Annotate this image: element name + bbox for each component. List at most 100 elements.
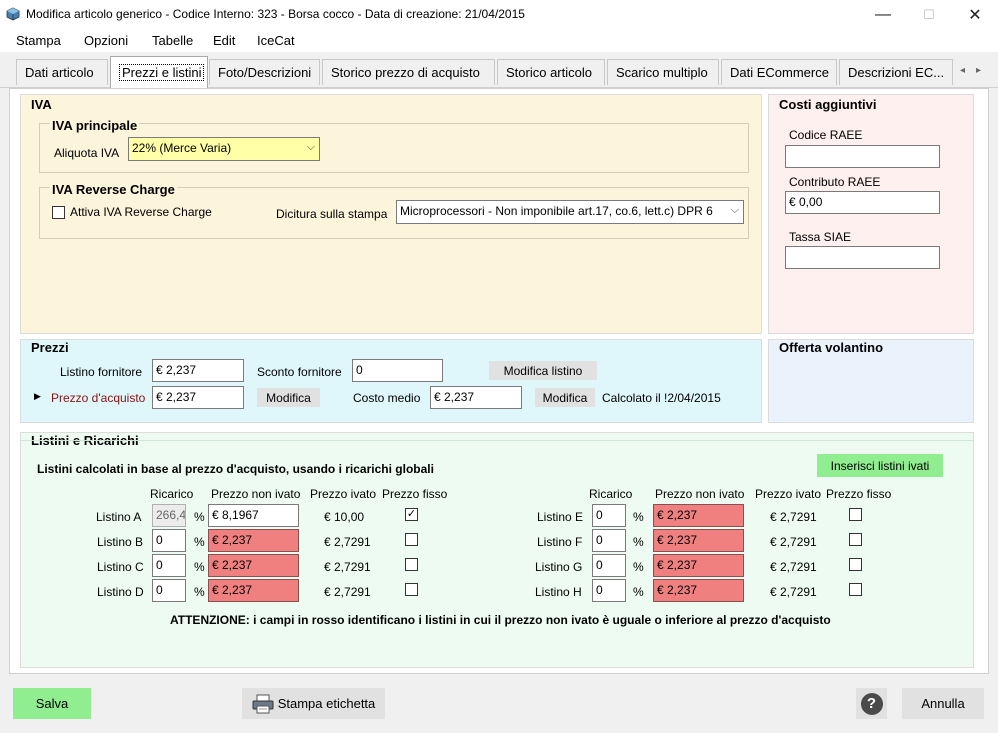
prezzo-ivato-value: € 2,7291: [324, 535, 371, 549]
tab-descrizioni-ecommerce[interactable]: Descrizioni EC...: [839, 59, 953, 85]
prezzo-non-ivato-input[interactable]: € 8,1967: [208, 504, 299, 527]
prezzo-non-ivato-input[interactable]: € 2,237: [653, 554, 744, 577]
prezzo-fisso-checkbox[interactable]: ✓: [405, 508, 418, 521]
title-bar: Modifica articolo generico - Codice Inte…: [0, 0, 998, 30]
percent-label: %: [194, 510, 205, 524]
prezzo-ivato-value: € 2,7291: [770, 510, 817, 524]
menu-icecat[interactable]: IceCat: [257, 33, 295, 48]
listini-warning: ATTENZIONE: i campi in rosso identifican…: [170, 613, 831, 627]
percent-label: %: [633, 535, 644, 549]
ricarico-input[interactable]: 0: [592, 504, 626, 527]
dicitura-label: Dicitura sulla stampa: [276, 207, 388, 221]
help-button[interactable]: ?: [856, 688, 887, 719]
annulla-button[interactable]: Annulla: [902, 688, 984, 719]
chevron-down-icon: ⌵: [728, 204, 739, 217]
tab-scroll-left-icon[interactable]: ◂: [956, 62, 969, 78]
listino-name: Listino G: [535, 560, 583, 574]
tab-prezzi-e-listini[interactable]: Prezzi e listini: [110, 56, 208, 88]
prezzo-fisso-checkbox[interactable]: [405, 558, 418, 571]
listino-name: Listino H: [535, 585, 582, 599]
prezzo-ivato-value: € 2,7291: [770, 535, 817, 549]
inserisci-listini-ivati-button[interactable]: Inserisci listini ivati: [817, 454, 943, 477]
ricarico-input[interactable]: 266,4: [152, 504, 186, 527]
tab-foto-descrizioni[interactable]: Foto/Descrizioni: [209, 59, 320, 85]
calcolato-il-text: Calcolato il !2/04/2015: [602, 391, 721, 405]
divider: [21, 440, 973, 441]
ricarico-input[interactable]: 0: [592, 529, 626, 552]
ricarico-input[interactable]: 0: [152, 579, 186, 602]
prezzo-fisso-checkbox[interactable]: [849, 583, 862, 596]
iva-reverse-title: IVA Reverse Charge: [50, 182, 177, 197]
dicitura-select[interactable]: Microprocessori - Non imponibile art.17,…: [396, 200, 744, 224]
iva-principale-group: IVA principale Aliquota IVA 22% (Merce V…: [39, 118, 749, 173]
prezzo-fisso-checkbox[interactable]: [405, 583, 418, 596]
listino-name: Listino A: [96, 510, 142, 524]
close-button[interactable]: ✕: [952, 0, 998, 30]
ricarico-input[interactable]: 0: [592, 579, 626, 602]
tab-storico-articolo[interactable]: Storico articolo: [497, 59, 605, 85]
prezzo-non-ivato-input[interactable]: € 2,237: [208, 529, 299, 552]
ricarico-input[interactable]: 0: [152, 554, 186, 577]
prezzo-non-ivato-input[interactable]: € 2,237: [653, 504, 744, 527]
contributo-raee-input[interactable]: € 0,00: [785, 191, 940, 214]
prezzi-panel: Prezzi Listino fornitore € 2,237 Sconto …: [20, 339, 762, 423]
listini-ricarichi-panel: Listini e Ricarichi Listini calcolati in…: [20, 432, 974, 668]
prezzo-ivato-value: € 2,7291: [324, 585, 371, 599]
listino-name: Listino D: [97, 585, 144, 599]
prezzo-ivato-value: € 2,7291: [770, 560, 817, 574]
menu-opzioni[interactable]: Opzioni: [84, 33, 128, 48]
prezzo-non-ivato-input[interactable]: € 2,237: [208, 579, 299, 602]
menu-edit[interactable]: Edit: [213, 33, 235, 48]
prezzo-ivato-value: € 10,00: [324, 510, 365, 524]
prezzo-fisso-checkbox[interactable]: [849, 533, 862, 546]
ricarico-input[interactable]: 0: [152, 529, 186, 552]
chevron-down-icon: ⌵: [306, 141, 315, 153]
percent-label: %: [633, 510, 644, 524]
prezzo-fisso-checkbox[interactable]: [849, 508, 862, 521]
menu-stampa[interactable]: Stampa: [16, 33, 61, 48]
prezzo-non-ivato-header: Prezzo non ivato: [211, 487, 301, 501]
maximize-button[interactable]: ☐: [906, 0, 952, 30]
listino-row: Listino B 0 % € 2,237 € 2,7291: [21, 529, 491, 553]
tab-dati-ecommerce[interactable]: Dati ECommerce: [721, 59, 837, 85]
tassa-siae-input[interactable]: [785, 246, 940, 269]
listini-subtitle: Listini calcolati in base al prezzo d'ac…: [37, 462, 434, 476]
prezzo-acquisto-input[interactable]: € 2,237: [152, 386, 244, 409]
reverse-charge-label: Attiva IVA Reverse Charge: [70, 205, 212, 219]
printer-icon: [252, 694, 274, 713]
listino-fornitore-input[interactable]: € 2,237: [152, 359, 244, 382]
minimize-button[interactable]: —: [860, 0, 906, 30]
prezzo-non-ivato-input[interactable]: € 2,237: [653, 579, 744, 602]
prezzo-fisso-checkbox[interactable]: [405, 533, 418, 546]
listino-name: Listino C: [97, 560, 144, 574]
menu-tabelle[interactable]: Tabelle: [152, 33, 193, 48]
tab-storico-prezzo-acquisto[interactable]: Storico prezzo di acquisto: [322, 59, 495, 85]
prezzo-fisso-checkbox[interactable]: [849, 558, 862, 571]
stampa-etichetta-button[interactable]: Stampa etichetta: [242, 688, 385, 719]
tab-dati-articolo[interactable]: Dati articolo: [16, 59, 108, 85]
prezzo-ivato-value: € 2,7291: [770, 585, 817, 599]
tab-scarico-multiplo[interactable]: Scarico multiplo: [607, 59, 719, 85]
aliquota-iva-select[interactable]: 22% (Merce Varia) ⌵: [128, 137, 320, 161]
modifica-listino-button[interactable]: Modifica listino: [489, 361, 597, 380]
ricarico-input[interactable]: 0: [592, 554, 626, 577]
listino-fornitore-label: Listino fornitore: [60, 365, 143, 379]
tab-scroll-right-icon[interactable]: ▸: [972, 62, 985, 78]
prezzo-non-ivato-input[interactable]: € 2,237: [208, 554, 299, 577]
costo-medio-input[interactable]: € 2,237: [430, 386, 522, 409]
listino-name: Listino B: [97, 535, 144, 549]
iva-panel: IVA IVA principale Aliquota IVA 22% (Mer…: [20, 94, 762, 334]
sconto-fornitore-label: Sconto fornitore: [257, 365, 342, 379]
listino-name: Listino F: [537, 535, 583, 549]
offerta-volantino-panel: Offerta volantino: [768, 339, 974, 423]
prezzo-non-ivato-input[interactable]: € 2,237: [653, 529, 744, 552]
codice-raee-input[interactable]: [785, 145, 940, 168]
listino-row: Listino A 266,4 % € 8,1967 € 10,00 ✓: [21, 504, 491, 528]
modifica-acquisto-button[interactable]: Modifica: [257, 388, 320, 407]
sconto-fornitore-input[interactable]: 0: [352, 359, 443, 382]
reverse-charge-checkbox[interactable]: [52, 206, 65, 219]
salva-button[interactable]: Salva: [13, 688, 91, 719]
prezzo-acquisto-label: Prezzo d'acquisto: [51, 391, 146, 405]
modifica-costo-medio-button[interactable]: Modifica: [535, 388, 595, 407]
current-row-marker-icon: ▶: [34, 391, 41, 401]
